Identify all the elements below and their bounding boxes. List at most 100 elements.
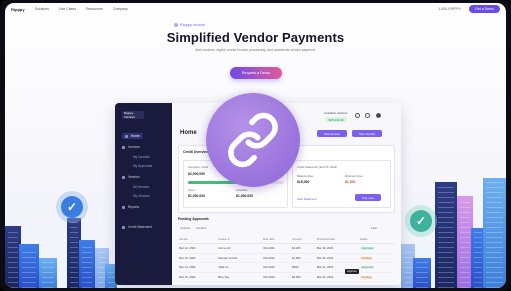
hero-badge: Ripppy Invoice	[174, 23, 205, 27]
new-invoice-button[interactable]: New Invoice	[317, 130, 347, 137]
column-header[interactable]: Invoice #	[217, 235, 263, 244]
reports-icon	[122, 205, 125, 209]
cell-status: Approved	[358, 243, 395, 254]
link-button[interactable]	[206, 93, 300, 187]
check-shield-icon: ✓	[61, 196, 83, 218]
column-header[interactable]: Due date	[262, 235, 292, 244]
column-header[interactable]: Vendor	[178, 235, 218, 244]
badge-dot-icon	[174, 23, 178, 27]
bell-icon[interactable]	[365, 113, 370, 118]
sidebar-subitem-my-vendors[interactable]: My Vendors	[133, 194, 150, 198]
status-badge: Pending	[359, 276, 374, 280]
cell-status: Pending	[358, 272, 395, 283]
cell-vendor: Blue Sky	[217, 272, 263, 283]
nav-link-use-cases[interactable]: Use Cases	[59, 7, 76, 11]
cell-invoice: INV-2044	[262, 272, 292, 283]
vendors-icon	[122, 175, 125, 179]
cell-date: Mar 13, 2024	[178, 253, 218, 264]
sidebar-subitem-my-approvals[interactable]: My Approvals	[133, 164, 152, 168]
new-vendor-button[interactable]: New Vendor	[352, 130, 382, 137]
screenshot-frame: Ripppy Solutions Use Cases Resources Com…	[0, 0, 511, 291]
status-badge: Pending	[359, 256, 374, 260]
sidebar-item-label: Invoices	[128, 145, 140, 149]
cell-amount: $950	[291, 262, 316, 273]
cell-proposed: Mar 20, 2024	[315, 253, 359, 264]
pay-now-button[interactable]: Pay now	[355, 194, 381, 201]
statement-title: Credit Statement (Feb 25, 2024)	[297, 165, 338, 169]
available-value: $1,000,000	[236, 194, 253, 198]
cell-date: Mar 12, 2024	[178, 243, 218, 254]
tab-invoices[interactable]: Invoices	[180, 226, 190, 230]
link-icon	[228, 112, 278, 168]
nav-link-resources[interactable]: Resources	[86, 7, 103, 11]
cell-status: Approved	[358, 262, 395, 273]
sidebar-item-label: Vendors	[128, 175, 140, 179]
sidebar-subitem-my-invoices[interactable]: My Invoices	[133, 155, 150, 159]
nav-link-solutions[interactable]: Solutions	[35, 7, 49, 11]
table-row[interactable]: Mar 14, 2024 Tidal Co INV-2043 $950 Mar …	[178, 262, 395, 273]
sidebar: Ripppy Vendors Home Invoices My Invoices…	[115, 103, 172, 285]
sidebar-logo[interactable]: Ripppy Vendors	[122, 111, 144, 119]
table-row[interactable]: Mar 13, 2024 Sample Vendor INV-2042 $1,8…	[178, 253, 395, 264]
available-label: Available	[236, 188, 248, 192]
statement-icon	[122, 225, 125, 229]
page-title: Home	[180, 130, 197, 136]
cell-vendor: Sample Vendor	[217, 253, 263, 264]
cell-invoice: INV-2041	[262, 243, 292, 254]
view-statement-link[interactable]: View Statement	[297, 197, 317, 201]
hero-subtitle: Add invoices, digital vendor invoice pro…	[195, 48, 316, 52]
cell-amount: $1,800	[291, 253, 316, 264]
sidebar-item-home[interactable]: Home	[122, 133, 143, 139]
help-icon[interactable]	[355, 113, 360, 118]
column-header[interactable]: Status	[358, 235, 395, 244]
building	[483, 178, 506, 288]
status-badge: Approved	[359, 266, 375, 270]
cell-vendor: Tidal Co	[217, 262, 263, 273]
status-badge: Approved	[359, 247, 375, 251]
nav-demo-button[interactable]: Get a Demo	[469, 5, 500, 13]
building	[39, 258, 57, 288]
nav-link-company[interactable]: Company	[113, 7, 128, 11]
cell-date: Mar 14, 2024	[178, 262, 218, 273]
tab-vendors[interactable]: Vendors	[196, 226, 206, 230]
sidebar-item-credit-statement[interactable]: Credit Statement	[122, 225, 152, 229]
sidebar-item-invoices[interactable]: Invoices	[122, 145, 140, 149]
nav-phone[interactable]: 1-800-RIPPPY	[438, 7, 461, 11]
building	[19, 244, 39, 288]
cell-invoice: INV-2042	[262, 253, 292, 264]
hero-title: Simplified Vendor Payments	[166, 30, 345, 45]
building	[413, 258, 431, 288]
top-nav: Ripppy Solutions Use Cases Resources Com…	[5, 3, 506, 15]
table-row[interactable]: Mar 15, 2024 Blue Sky INV-2044 $3,600 Ma…	[178, 272, 395, 283]
sidebar-subitem-all-vendors[interactable]: All Vendors	[133, 185, 149, 189]
request-demo-button[interactable]: Request a Demo	[230, 67, 282, 79]
cell-proposed: Mar 19, 2024	[315, 243, 359, 254]
landing-page: Ripppy Solutions Use Cases Resources Com…	[5, 3, 506, 288]
table-row[interactable]: Mar 12, 2024 Acme Ltd INV-2041 $4,200 Ma…	[178, 243, 395, 254]
home-icon	[125, 134, 128, 138]
account-label: Available balance	[324, 111, 348, 115]
avatar[interactable]	[376, 113, 381, 118]
building	[435, 182, 457, 288]
cell-amount: $3,600	[291, 272, 316, 283]
company-credit-amount: $2,000,000	[188, 172, 205, 176]
sidebar-item-label: Reports	[128, 205, 140, 209]
company-credit-label: Company Credit	[188, 165, 209, 169]
check-shield-icon: ✓	[410, 210, 432, 232]
brand-logo[interactable]: Ripppy	[11, 7, 25, 12]
sidebar-item-label: Credit Statement	[128, 225, 152, 229]
table-header-row: Vendor Invoice # Due date Amount Propose…	[178, 235, 395, 244]
cell-invoice: INV-2043	[262, 262, 292, 273]
invoice-icon	[122, 145, 125, 149]
approvals-table: Vendor Invoice # Due date Amount Propose…	[178, 235, 395, 283]
hero-badge-label: Ripppy Invoice	[180, 23, 205, 27]
sidebar-item-vendors[interactable]: Vendors	[122, 175, 140, 179]
balance-due-value: $15,000	[297, 180, 310, 184]
column-header[interactable]: Amount	[291, 235, 316, 244]
used-value: $1,000,000	[188, 194, 205, 198]
filter-button[interactable]: Filter	[371, 226, 377, 230]
sidebar-item-reports[interactable]: Reports	[122, 205, 139, 209]
column-header[interactable]: Proposed date	[315, 235, 359, 244]
used-label: Used	[188, 188, 195, 192]
cell-status: Pending	[358, 253, 395, 264]
